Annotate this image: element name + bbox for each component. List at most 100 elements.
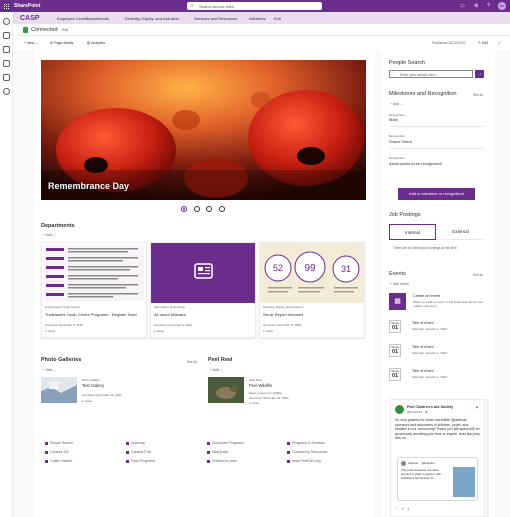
hub-nav-initiatives[interactable]: Initiatives bbox=[249, 16, 266, 21]
link-icon bbox=[287, 441, 290, 445]
milestones-see-all-link[interactable]: See all bbox=[473, 93, 483, 97]
site-title[interactable]: Connected bbox=[31, 27, 58, 33]
hub-logo[interactable]: CASP bbox=[20, 15, 39, 22]
quick-link[interactable]: Outlier Search bbox=[45, 457, 73, 466]
hub-nav-services[interactable]: Services and Resources bbox=[194, 16, 237, 21]
milestone-value[interactable]: Alicia wants to be recognized! bbox=[389, 161, 442, 166]
app-launcher-icon[interactable] bbox=[3, 3, 9, 9]
carousel-dot-3[interactable] bbox=[206, 206, 212, 212]
help-icon[interactable]: ? bbox=[487, 3, 490, 9]
link-icon bbox=[287, 450, 290, 454]
globe-icon[interactable] bbox=[3, 32, 10, 39]
link-icon bbox=[207, 459, 210, 463]
quick-link[interactable]: Community Resources bbox=[287, 448, 327, 457]
quick-link[interactable]: Employee Programs bbox=[207, 439, 244, 448]
hub-nav-departments[interactable]: Departments bbox=[86, 16, 109, 21]
galleries-see-all-link[interactable]: See all bbox=[187, 360, 197, 364]
edit-page-button[interactable]: ✎ Edit bbox=[478, 41, 488, 45]
chat-icon[interactable]: ▭ bbox=[460, 3, 465, 9]
create-event-title[interactable]: Create an event bbox=[413, 294, 440, 298]
site-header bbox=[13, 24, 510, 36]
news-card-views: 1 views bbox=[154, 329, 165, 333]
news-card-category: Information Technology bbox=[154, 305, 185, 309]
departments-add-button[interactable]: + Add ⌄ bbox=[43, 233, 56, 237]
events-see-all-link[interactable]: See all bbox=[473, 273, 483, 277]
link-icon bbox=[207, 441, 210, 445]
expand-icon[interactable]: ⤢ bbox=[498, 41, 501, 45]
peel-reel-thumbnail[interactable] bbox=[208, 377, 244, 403]
carousel-dot-2[interactable] bbox=[194, 206, 200, 212]
event-date: Saturday, January 1, 2022 bbox=[412, 351, 447, 355]
search-icon: ⌕ bbox=[191, 3, 194, 9]
settings-gear-icon[interactable]: ⚙ bbox=[474, 3, 478, 9]
tab-external[interactable]: External bbox=[436, 224, 485, 240]
news-card-title[interactable]: All about Midware bbox=[154, 312, 252, 317]
quick-link[interactable]: Children's Laws bbox=[207, 457, 244, 466]
carousel-dot-1[interactable] bbox=[181, 206, 187, 212]
event-date: Saturday, January 1, 2022 bbox=[412, 375, 447, 379]
people-search-input[interactable]: ⌕ Enter your search term... bbox=[389, 70, 473, 78]
event-title[interactable]: Title of event bbox=[412, 345, 434, 349]
new-button[interactable]: + New ⌄ bbox=[24, 41, 38, 45]
create-icon[interactable] bbox=[3, 88, 10, 95]
event-title[interactable]: Title of event bbox=[412, 369, 434, 373]
news-card-2[interactable]: Information Technology All about Midware… bbox=[150, 242, 256, 338]
peel-reel-author-date: anonuser November 22, 2022 bbox=[249, 396, 289, 400]
add-event-button[interactable]: + Add event bbox=[390, 282, 409, 286]
page-details-button[interactable]: ⚙ Page details bbox=[50, 41, 73, 45]
event-date-badge: Month 01 bbox=[389, 368, 401, 381]
hub-nav-dei[interactable]: Diversity, Equity, and Inclusion bbox=[125, 16, 179, 21]
news-card-1[interactable]: Employment Youth Centre Trailblazers You… bbox=[41, 242, 147, 338]
galleries-add-button[interactable]: + Add ⌄ bbox=[43, 368, 56, 372]
milestone-label: Recognition bbox=[389, 156, 405, 160]
hub-nav-employee-centre[interactable]: Employee Centre bbox=[57, 16, 88, 21]
link-icon bbox=[126, 459, 129, 463]
peel-reel-add-button[interactable]: + Add ⌄ bbox=[210, 368, 223, 372]
quick-link[interactable]: www.PeelCAS.org bbox=[287, 457, 327, 466]
add-milestone-button[interactable]: Add a milestone or recognition! bbox=[398, 188, 475, 200]
quick-link[interactable]: People Search bbox=[45, 439, 73, 448]
hero-image[interactable] bbox=[41, 60, 366, 200]
site-edit-link[interactable]: Edit bbox=[62, 28, 68, 32]
global-search-input[interactable]: ⌕ Search across sites bbox=[187, 2, 322, 10]
divider bbox=[389, 148, 485, 149]
news-card-3[interactable]: 52 99 31 Diversity, Equity, and Inclusio… bbox=[259, 242, 365, 338]
news-icon[interactable] bbox=[3, 46, 10, 53]
avatar[interactable]: DA bbox=[498, 2, 506, 10]
analytics-button[interactable]: ▥ Analytics bbox=[87, 41, 105, 45]
milestone-value[interactable]: Mark bbox=[389, 117, 398, 122]
brand-label[interactable]: SharePoint bbox=[14, 3, 40, 9]
photo-galleries-title: Photo Galleries bbox=[41, 357, 82, 363]
quick-link[interactable]: Learning bbox=[126, 439, 155, 448]
files-icon[interactable] bbox=[3, 60, 10, 67]
home-icon[interactable] bbox=[3, 18, 10, 25]
quick-link[interactable]: Programs & Services bbox=[287, 439, 327, 448]
event-title[interactable]: Title of event bbox=[412, 321, 434, 325]
quoted-tweet[interactable]: Kaption... @Kaption... This past weekend… bbox=[397, 457, 478, 501]
peel-reel-item-title[interactable]: Peel Wildlife bbox=[249, 383, 272, 388]
gallery-thumbnail[interactable] bbox=[41, 377, 77, 403]
news-card-title[interactable]: We.ar Report released bbox=[263, 312, 361, 317]
news-card-title[interactable]: Trailblazers Youth Centre Programs - Reg… bbox=[45, 312, 143, 317]
twitter-avatar bbox=[395, 405, 404, 414]
hero-caption[interactable]: Remembrance Day bbox=[48, 181, 129, 191]
lists-icon[interactable] bbox=[3, 74, 10, 81]
people-search-submit-button[interactable]: → bbox=[475, 70, 484, 78]
tab-internal[interactable]: Internal bbox=[389, 224, 436, 240]
carousel-dot-4[interactable] bbox=[219, 206, 225, 212]
quick-link[interactable]: Canada 411 bbox=[45, 448, 73, 457]
quick-link[interactable]: MapQuest bbox=[207, 448, 244, 457]
news-card-thumbnail bbox=[151, 243, 255, 303]
quick-link[interactable]: Canada Post bbox=[126, 448, 155, 457]
quick-link[interactable]: Food Programs bbox=[126, 457, 155, 466]
milestones-add-button[interactable]: + Add ⌄ bbox=[390, 102, 403, 106]
gallery-title[interactable]: Test Gallery bbox=[82, 383, 104, 388]
site-logo-icon bbox=[23, 27, 28, 33]
hub-nav-edit[interactable]: Edit bbox=[274, 16, 281, 21]
tweet-scrollbar[interactable] bbox=[486, 399, 489, 517]
quoted-avatar bbox=[401, 461, 406, 466]
twitter-embed[interactable]: Peel Children's Aid Society @PeelCAS · 5… bbox=[390, 399, 485, 517]
news-card-thumbnail bbox=[42, 243, 146, 303]
milestone-value[interactable]: Shane Vieira bbox=[389, 139, 412, 144]
tweet-text: So very grateful for these incredible @p… bbox=[395, 418, 480, 441]
